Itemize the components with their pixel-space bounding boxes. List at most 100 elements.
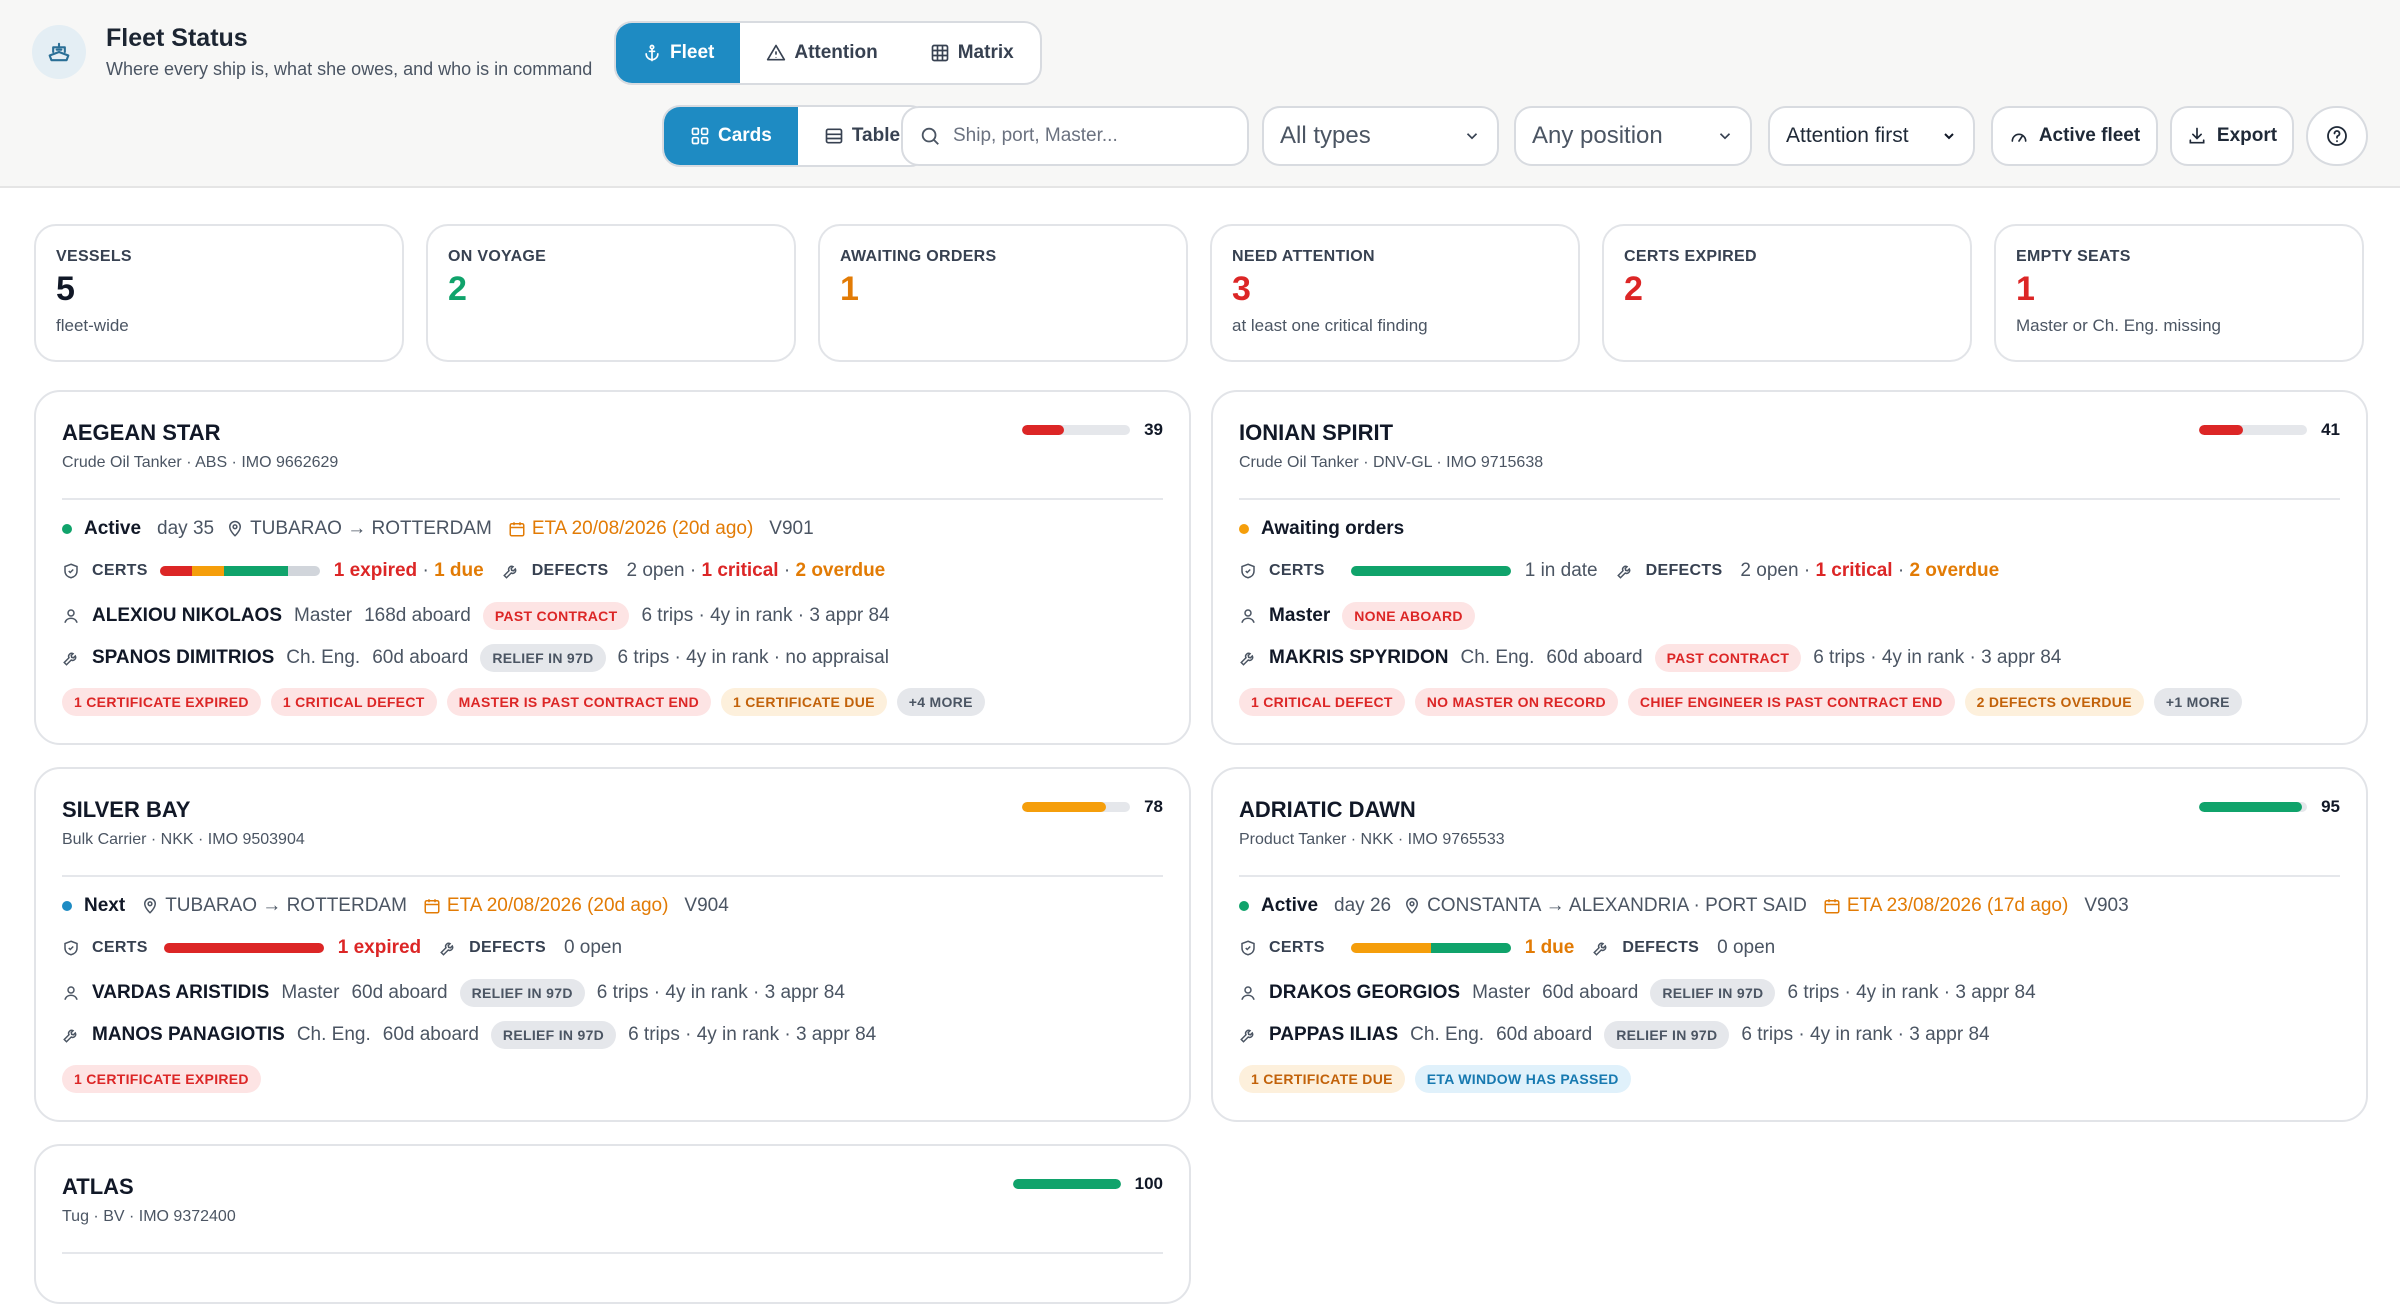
tab-matrix[interactable]: Matrix [904,23,1040,83]
shield-icon [1239,562,1257,580]
engineer-days: 60d aboard [1496,1024,1593,1045]
stat-awaiting-orders: AWAITING ORDERS 1 [818,224,1188,362]
master-row: VARDAS ARISTIDIS Master 60d aboard RELIE… [62,979,845,1007]
tab-matrix-label: Matrix [957,42,1014,63]
cards-icon [690,126,710,146]
more-flags-badge[interactable]: +4 MORE [896,688,985,716]
stat-value: 1 [840,270,859,308]
tab-fleet[interactable]: Fleet [616,23,741,83]
engineer-role: Ch. Eng. [1410,1024,1485,1045]
engineer-name[interactable]: PAPPAS ILIAS [1269,1024,1398,1046]
flag-badge: 1 CERTIFICATE DUE [721,688,887,716]
stat-note: Master or Ch. Eng. missing [2016,316,2222,335]
master-name[interactable]: VARDAS ARISTIDIS [92,982,269,1004]
engineer-row: PAPPAS ILIAS Ch. Eng. 60d aboard RELIEF … [1239,1021,1990,1049]
sort-value: Attention first [1786,124,1909,147]
flag-badge: CHIEF ENGINEER IS PAST CONTRACT END [1627,688,1955,716]
flag-badge: MASTER IS PAST CONTRACT END [446,688,711,716]
stat-note: fleet-wide [56,316,129,335]
wrench-icon [1592,939,1610,957]
status-dot [1239,901,1249,911]
stat-label: CERTS EXPIRED [1624,248,1757,265]
view-cards[interactable]: Cards [664,107,798,165]
status-label: Active [1261,895,1319,916]
vessel-card-atlas[interactable]: ATLAS Tug · BV · IMO 9372400 100 [34,1144,1191,1304]
master-days: 60d aboard [351,982,448,1003]
gauge-icon [2009,126,2029,146]
view-toggle: Cards Table [662,105,929,167]
score-bar [1012,1179,1121,1189]
vessel-card-ionian-spirit[interactable]: IONIAN SPIRIT Crude Oil Tanker · DNV-GL … [1211,390,2368,745]
shield-icon [62,939,80,957]
certs-summary: 1 due [1524,937,1575,958]
defects-summary: 0 open [563,937,623,958]
page-subtitle: Where every ship is, what she owes, and … [106,59,593,79]
divider [62,875,1163,877]
certs-label: CERTS [1269,562,1325,579]
flag-badge: 1 CERTIFICATE EXPIRED [62,1065,261,1093]
shield-icon [1239,939,1257,957]
calendar-icon [508,520,526,538]
help-button[interactable] [2306,106,2368,166]
master-role: Master [1472,982,1531,1003]
master-stats: 6 trips · 4y in rank · 3 appr 84 [596,982,845,1003]
export-button[interactable]: Export [2170,106,2294,166]
stat-label: AWAITING ORDERS [840,248,997,265]
eta: ETA 20/08/2026 (20d ago) [446,895,669,916]
tab-fleet-label: Fleet [670,42,715,63]
person-icon [62,607,80,625]
active-fleet-button[interactable]: Active fleet [1991,106,2158,166]
vessel-card-adriatic-dawn[interactable]: ADRIATIC DAWN Product Tanker · NKK · IMO… [1211,767,2368,1122]
health-score: 100 [1012,1174,1163,1194]
vessel-name: ATLAS [62,1174,134,1199]
wrench-icon [439,939,457,957]
certs-bar [1350,943,1511,953]
route: CONSTANTA → ALEXANDRIA · PORT SAID [1427,895,1807,916]
engineer-name[interactable]: MANOS PANAGIOTIS [92,1024,285,1046]
vessel-card-silver-bay[interactable]: SILVER BAY Bulk Carrier · NKK · IMO 9503… [34,767,1191,1122]
search-box [901,106,1249,166]
tab-attention-label: Attention [794,42,878,63]
master-name[interactable]: DRAKOS GEORGIOS [1269,982,1460,1004]
defects-label: DEFECTS [1622,939,1700,956]
flags-row: 1 CRITICAL DEFECT NO MASTER ON RECORD CH… [1239,688,2242,716]
more-flags-badge[interactable]: +1 MORE [2153,688,2242,716]
master-tag: PAST CONTRACT [482,602,630,630]
master-row: ALEXIOU NIKOLAOS Master 168d aboard PAST… [62,602,890,630]
certs-summary: 1 expired [337,937,422,958]
health-score: 78 [1022,797,1163,817]
tab-attention[interactable]: Attention [740,23,903,83]
flag-badge: 2 DEFECTS OVERDUE [1964,688,2144,716]
chevron-down-icon [1463,127,1481,145]
engineer-name[interactable]: SPANOS DIMITRIOS [92,647,274,669]
view-table-label: Table [851,125,901,146]
stat-value: 2 [448,270,467,308]
engineer-row: MAKRIS SPYRIDON Ch. Eng. 60d aboard PAST… [1239,644,2061,672]
flags-row: 1 CERTIFICATE DUE ETA WINDOW HAS PASSED [1239,1065,1631,1093]
engineer-stats: 6 trips · 4y in rank · no appraisal [617,647,889,668]
vessel-card-aegean-star[interactable]: AEGEAN STAR Crude Oil Tanker · ABS · IMO… [34,390,1191,745]
stat-vessels: VESSELS 5 fleet-wide [34,224,404,362]
master-tag: NONE ABOARD [1342,602,1475,630]
chevron-down-icon [1941,128,1957,144]
type-filter-select[interactable]: All types [1262,106,1499,166]
calendar-icon [423,897,441,915]
table-icon [824,126,844,146]
divider [1239,498,2340,500]
certs-summary: 1 in date [1524,560,1598,581]
engineer-stats: 6 trips · 4y in rank · 3 appr 84 [628,1024,877,1045]
engineer-tag: RELIEF IN 97D [1604,1021,1730,1049]
stat-value: 1 [2016,270,2035,308]
score-bar [2199,802,2308,812]
grid-icon [930,43,950,63]
position-filter-select[interactable]: Any position [1514,106,1752,166]
search-input[interactable] [953,125,1231,147]
certs-defects-row: CERTS 1 expired DEFECTS 0 open [62,937,622,959]
flag-badge: 1 CERTIFICATE EXPIRED [62,688,261,716]
help-icon [2325,124,2349,148]
master-name[interactable]: ALEXIOU NIKOLAOS [92,605,282,627]
health-score: 95 [2199,797,2340,817]
sort-select[interactable]: Attention first [1768,106,1975,166]
engineer-name[interactable]: MAKRIS SPYRIDON [1269,647,1448,669]
certs-label: CERTS [1269,939,1325,956]
